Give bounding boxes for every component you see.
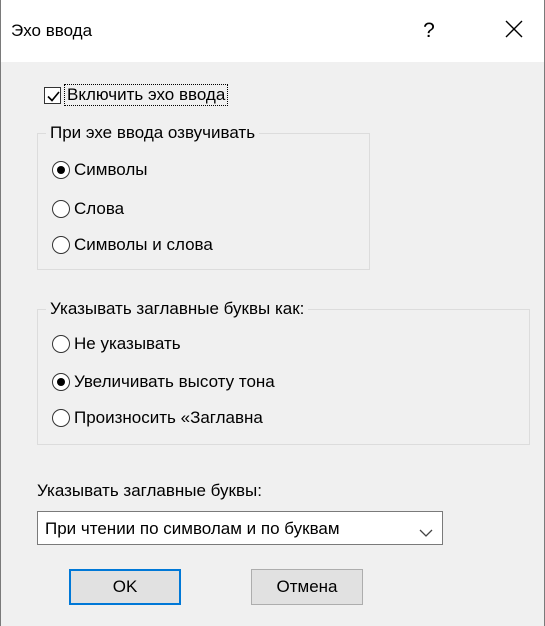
radio-words[interactable]: Слова xyxy=(52,198,124,220)
radio-raise-pitch-label: Увеличивать высоту тона xyxy=(74,372,275,391)
capitals-when-value: При чтении по символам и по буквам xyxy=(45,519,340,538)
ok-button[interactable]: OK xyxy=(69,569,181,605)
radio-button[interactable] xyxy=(52,373,70,391)
echo-dialog: Эхо ввода ? Включить эхо ввода При эхе в… xyxy=(0,0,545,626)
radio-say-cap[interactable]: Произносить «Заглавна xyxy=(52,407,263,429)
help-button[interactable]: ? xyxy=(399,0,459,62)
cancel-button[interactable]: Отмена xyxy=(251,569,363,605)
cancel-button-label: Отмена xyxy=(276,577,338,596)
radio-symbols[interactable]: Символы xyxy=(52,159,148,181)
radio-button[interactable] xyxy=(52,200,70,218)
checkmark-icon xyxy=(47,90,60,102)
radio-symbols-label: Символы xyxy=(74,160,148,179)
speak-group-legend: При эхе ввода озвучивать xyxy=(46,122,260,144)
radio-button[interactable] xyxy=(52,335,70,353)
radio-button[interactable] xyxy=(52,409,70,427)
speak-group: При эхе ввода озвучивать Символы Слова С… xyxy=(37,122,370,270)
radio-raise-pitch[interactable]: Увеличивать высоту тона xyxy=(52,371,275,393)
close-icon xyxy=(504,19,524,44)
radio-symbols-and-words[interactable]: Символы и слова xyxy=(52,234,213,256)
radio-words-label: Слова xyxy=(74,199,125,218)
echo-checkbox[interactable] xyxy=(44,86,61,104)
help-icon: ? xyxy=(423,19,435,42)
radio-say-cap-label: Произносить «Заглавна xyxy=(74,408,263,427)
capitals-group: Указывать заглавные буквы как: Не указыв… xyxy=(37,298,530,445)
echo-checkbox-label[interactable]: Включить эхо ввода xyxy=(64,84,229,106)
radio-button[interactable] xyxy=(52,161,70,179)
capitals-when-select[interactable]: При чтении по символам и по буквам xyxy=(37,511,443,545)
ok-button-label: OK xyxy=(112,577,138,596)
capitals-when-label: Указывать заглавные буквы: xyxy=(37,481,262,500)
radio-button[interactable] xyxy=(52,236,70,254)
radio-symbols-and-words-label: Символы и слова xyxy=(74,235,213,254)
dialog-title: Эхо ввода xyxy=(11,21,93,40)
title-bar: Эхо ввода ? xyxy=(1,0,544,62)
echo-checkbox-row[interactable]: Включить эхо ввода xyxy=(44,84,229,106)
chevron-down-icon[interactable] xyxy=(419,523,433,543)
radio-no-indicate[interactable]: Не указывать xyxy=(52,333,181,355)
radio-no-indicate-label: Не указывать xyxy=(74,334,181,353)
capitals-group-legend: Указывать заглавные буквы как: xyxy=(46,298,309,320)
close-button[interactable] xyxy=(484,0,544,62)
